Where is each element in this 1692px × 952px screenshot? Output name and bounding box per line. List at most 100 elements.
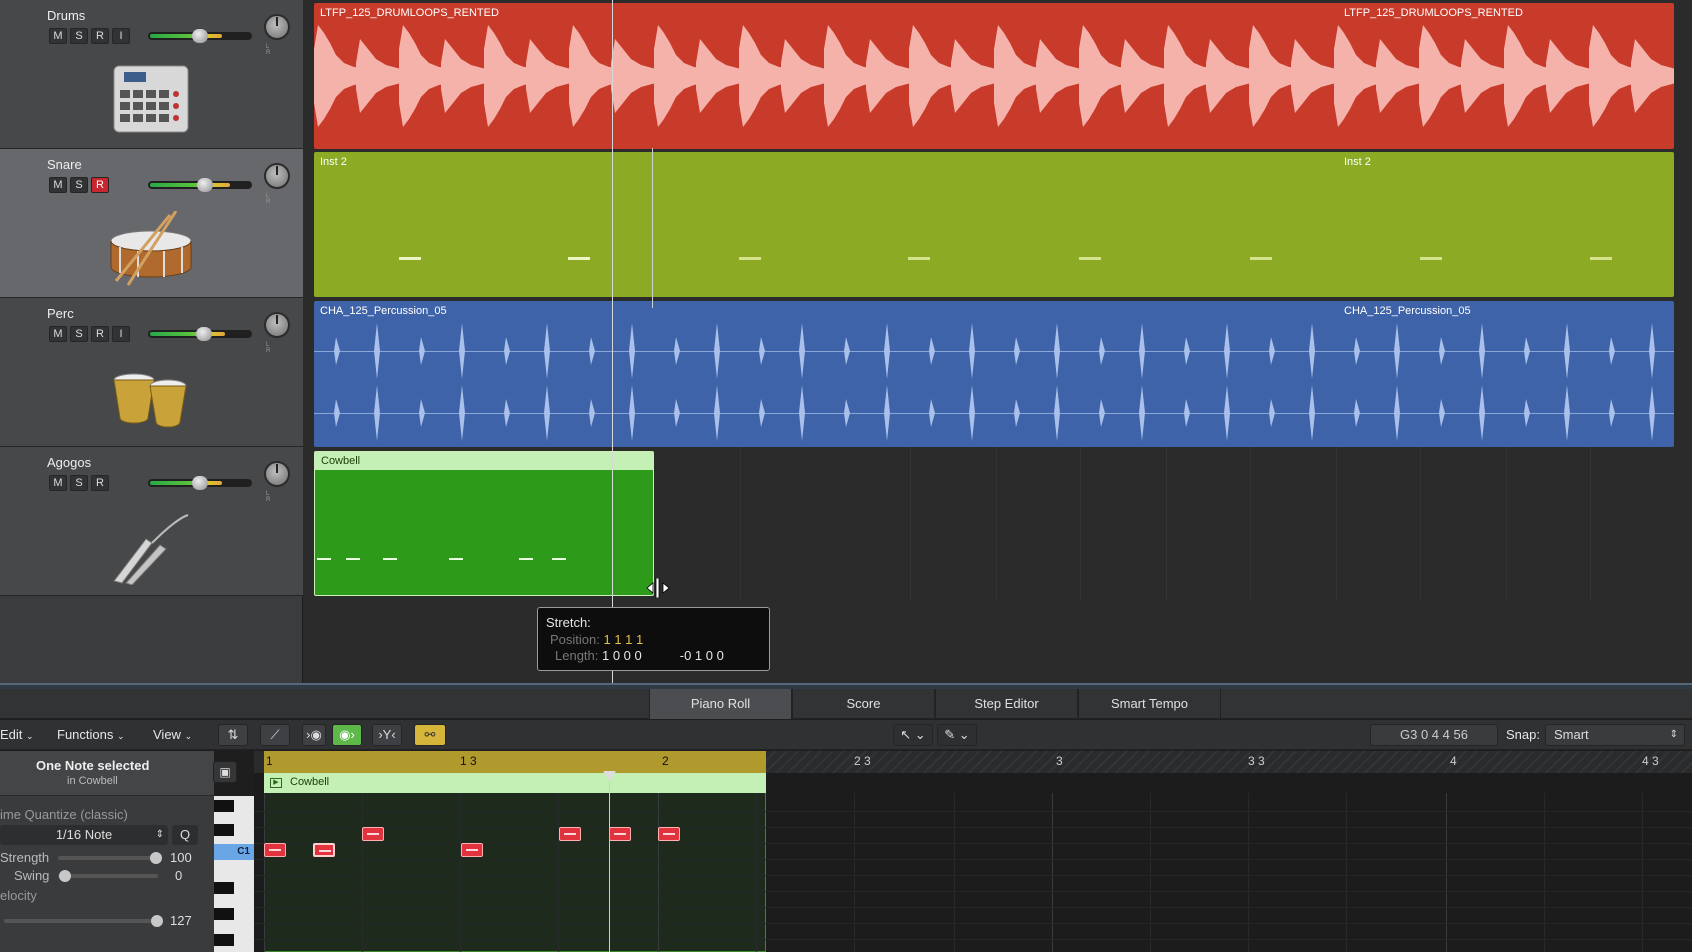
- swing-label: Swing: [14, 868, 50, 883]
- tab-score[interactable]: Score: [792, 689, 935, 719]
- region-drum-loop[interactable]: LTFP_125_DRUMLOOPS_RENTED LTFP_125_DRUML…: [314, 3, 1674, 149]
- drum-machine-icon: [113, 65, 189, 133]
- pan-lr-label: L R: [266, 193, 281, 205]
- link-icon[interactable]: ⚯: [414, 724, 446, 746]
- piano-roll-inspector: One Note selected in Cowbell ▣ ime Quant…: [0, 751, 237, 952]
- volume-fader[interactable]: [148, 476, 252, 490]
- region-cowbell[interactable]: Cowbell: [314, 451, 654, 596]
- swing-slider[interactable]: [58, 874, 158, 878]
- solo-button[interactable]: S: [70, 28, 88, 44]
- editor-region-name: Cowbell: [290, 776, 330, 788]
- region-percussion[interactable]: CHA_125_Percussion_05 CHA_125_Percussion…: [314, 301, 1674, 447]
- region-name: Inst 2: [320, 156, 347, 168]
- calendar-icon[interactable]: ▣: [213, 761, 237, 783]
- track-header-snare[interactable]: Snare M S R L R: [0, 149, 303, 298]
- selection-status: One Note selected: [36, 758, 150, 773]
- quantize-value: 1/16 Note: [55, 827, 113, 842]
- region-play-icon: ▶: [270, 778, 282, 788]
- velocity-slider-thumb[interactable]: [151, 915, 163, 927]
- midi-out-icon[interactable]: ◉›: [332, 724, 362, 746]
- piano-keyboard[interactable]: C1: [214, 796, 254, 952]
- quantize-button[interactable]: Q: [172, 825, 198, 845]
- stretch-tooltip: Stretch: Position: 1 1 1 1 Length: 1 0 0…: [537, 607, 770, 671]
- view-menu[interactable]: View ⌄: [153, 727, 192, 742]
- track-header-perc[interactable]: Perc M S R I L R: [0, 298, 303, 447]
- volume-fader[interactable]: [148, 29, 252, 43]
- pan-knob[interactable]: [264, 163, 290, 189]
- key-c1[interactable]: C1: [214, 844, 254, 860]
- mute-button[interactable]: M: [49, 475, 67, 491]
- chevron-down-icon: ⌄: [184, 731, 193, 741]
- pan-lr-label: L R: [266, 491, 281, 503]
- velocity-slider[interactable]: [4, 919, 158, 923]
- record-enable-button[interactable]: R: [91, 475, 109, 491]
- midi-in-icon[interactable]: ›◉: [302, 724, 326, 746]
- edit-menu[interactable]: Edit ⌄: [0, 727, 34, 742]
- quantize-value-select[interactable]: 1/16 Note ⇕: [0, 825, 168, 845]
- mute-button[interactable]: M: [49, 326, 67, 342]
- record-enable-button[interactable]: R: [91, 326, 109, 342]
- tooltip-position-value: 1 1 1 1: [603, 632, 644, 647]
- midi-note-selected[interactable]: [313, 843, 335, 857]
- logic-pro-window: Drums M S R I L R Snare M S R L R Perc M…: [0, 0, 1692, 952]
- time-quantize-label: ime Quantize (classic): [0, 807, 128, 822]
- midi-note[interactable]: [609, 827, 631, 841]
- midi-note[interactable]: [461, 843, 483, 857]
- volume-fader[interactable]: [148, 178, 252, 192]
- record-enable-button[interactable]: R: [91, 28, 109, 44]
- snap-select[interactable]: Smart ⇕: [1545, 724, 1685, 746]
- pan-lr-label: L R: [266, 44, 281, 56]
- edit-menu-label: Edit: [0, 727, 23, 742]
- mute-button[interactable]: M: [49, 28, 67, 44]
- midi-note[interactable]: [264, 843, 286, 857]
- region-inst2[interactable]: Inst 2 Inst 2: [314, 152, 1674, 297]
- pan-knob[interactable]: [264, 312, 290, 338]
- piano-roll-toolbar: Edit ⌄ Functions ⌄ View ⌄ ⇅ ⟋ ›◉ ◉› ›Y‹ …: [0, 720, 1692, 750]
- tooltip-length-label: Length:: [555, 648, 599, 663]
- solo-button[interactable]: S: [70, 326, 88, 342]
- bongos-icon: [113, 373, 187, 428]
- track-name: Drums: [47, 8, 86, 23]
- tab-step-editor[interactable]: Step Editor: [935, 689, 1078, 719]
- pointer-tool-icon[interactable]: ↖ ⌄: [893, 724, 933, 746]
- automation-curve-icon[interactable]: ⟋: [260, 724, 290, 746]
- collapse-icon[interactable]: ⇅: [218, 724, 248, 746]
- pan-knob[interactable]: [264, 461, 290, 487]
- strength-slider-thumb[interactable]: [150, 852, 162, 864]
- pan-knob[interactable]: [264, 14, 290, 40]
- track-header-agogos[interactable]: Agogos M S R L R: [0, 447, 303, 596]
- track-name: Perc: [47, 306, 74, 321]
- input-monitor-button[interactable]: I: [112, 326, 130, 342]
- solo-button[interactable]: S: [70, 475, 88, 491]
- swing-slider-thumb[interactable]: [59, 870, 71, 882]
- tab-piano-roll[interactable]: Piano Roll: [649, 689, 792, 719]
- midi-note[interactable]: [362, 827, 384, 841]
- chevron-updown-icon: ⇕: [1669, 729, 1678, 740]
- cursor-guide-line: [652, 148, 653, 308]
- piano-roll-grid[interactable]: ▶ Cowbell 1 1 3 2 2 3 3 3 3 4 4 3: [254, 751, 1692, 952]
- tab-smart-tempo[interactable]: Smart Tempo: [1078, 689, 1221, 719]
- region-name: Inst 2: [1344, 156, 1371, 168]
- snare-drum-icon: [110, 211, 192, 286]
- chevron-updown-icon: ⇕: [155, 829, 164, 840]
- region-name: LTFP_125_DRUMLOOPS_RENTED: [320, 7, 499, 19]
- editor-region-header[interactable]: [264, 773, 766, 793]
- playhead[interactable]: [612, 0, 613, 683]
- volume-fader[interactable]: [148, 327, 252, 341]
- position-display: G3 0 4 4 56: [1370, 724, 1498, 746]
- midi-note[interactable]: [559, 827, 581, 841]
- input-monitor-button[interactable]: I: [112, 28, 130, 44]
- midi-note[interactable]: [658, 827, 680, 841]
- mute-button[interactable]: M: [49, 177, 67, 193]
- strength-slider[interactable]: [58, 856, 158, 860]
- cycle-region[interactable]: [264, 751, 766, 773]
- tooltip-title: Stretch:: [546, 615, 591, 630]
- solo-button[interactable]: S: [70, 177, 88, 193]
- editor-playhead[interactable]: [609, 773, 610, 952]
- catch-playhead-icon[interactable]: ›Y‹: [372, 724, 402, 746]
- pan-lr-label: L R: [266, 342, 281, 354]
- track-header-drums[interactable]: Drums M S R I L R: [0, 0, 303, 149]
- pencil-tool-icon[interactable]: ✎ ⌄: [937, 724, 977, 746]
- functions-menu[interactable]: Functions ⌄: [57, 727, 125, 742]
- record-enable-button[interactable]: R: [91, 177, 109, 193]
